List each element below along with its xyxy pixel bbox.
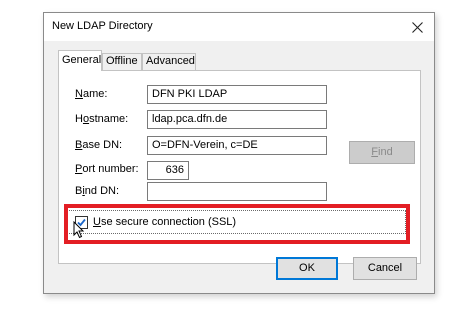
tab-general[interactable]: General	[58, 50, 102, 71]
tab-advanced[interactable]: Advanced	[142, 53, 196, 70]
hostname-label: Hostname:	[75, 113, 129, 125]
bind-dn-label: Bind DN:	[75, 185, 120, 197]
ok-button[interactable]: OK	[276, 257, 338, 280]
bind-dn-input[interactable]	[147, 182, 327, 201]
cancel-button[interactable]: Cancel	[353, 257, 417, 280]
checkmark-icon	[77, 218, 86, 227]
base-dn-label: Base DN:	[75, 139, 123, 151]
port-number-label: Port number:	[75, 163, 139, 175]
ssl-label[interactable]: Use secure connection (SSL)	[93, 216, 236, 228]
close-icon	[411, 21, 423, 33]
close-button[interactable]	[400, 13, 434, 41]
hostname-input[interactable]: ldap.pca.dfn.de	[147, 110, 327, 129]
ssl-checkbox[interactable]	[75, 216, 88, 229]
base-dn-input[interactable]: O=DFN-Verein, c=DE	[147, 136, 327, 155]
tab-offline[interactable]: Offline	[102, 53, 142, 70]
dialog-title: New LDAP Directory	[52, 20, 153, 32]
find-button[interactable]: Find	[349, 141, 415, 164]
title-bar: New LDAP Directory	[44, 13, 434, 41]
name-input[interactable]: DFN PKI LDAP	[147, 85, 327, 104]
name-label: Name:	[75, 88, 108, 100]
general-panel: Name: DFN PKI LDAP Hostname: ldap.pca.df…	[58, 70, 421, 264]
ldap-dialog: New LDAP Directory General Offline Advan…	[43, 12, 435, 294]
port-number-input[interactable]: 636	[147, 161, 189, 180]
